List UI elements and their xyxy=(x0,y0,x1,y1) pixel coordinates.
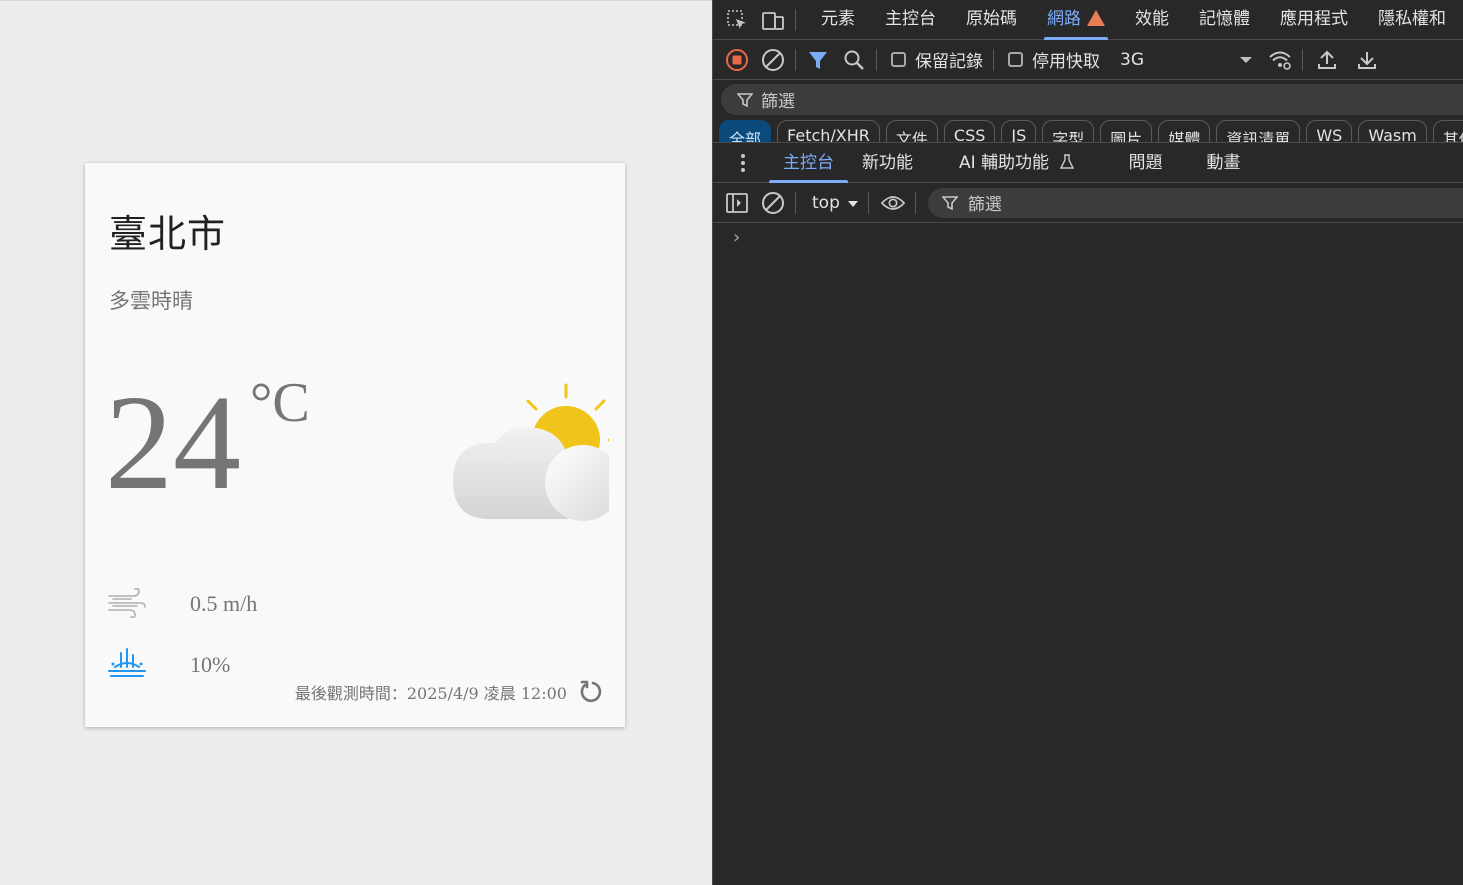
tab-performance[interactable]: 效能 xyxy=(1120,0,1184,40)
refresh-icon[interactable] xyxy=(579,680,603,704)
console-prompt[interactable]: › xyxy=(733,227,740,248)
drawer-tab-ai-label: AI 輔助功能 xyxy=(959,152,1050,173)
last-observed-text: 最後觀測時間：2025/4/9 凌晨 12:00 xyxy=(294,684,567,703)
checkbox-box[interactable] xyxy=(1008,52,1023,67)
tab-application[interactable]: 應用程式 xyxy=(1265,0,1363,40)
sidebar-toggle-icon[interactable] xyxy=(725,191,749,215)
tab-elements[interactable]: 元素 xyxy=(806,0,870,40)
drawer-tabbar: 主控台 新功能 AI 輔助功能 問題 動畫 xyxy=(713,142,1463,183)
network-filter-placeholder: 篩選 xyxy=(761,92,795,112)
disable-cache-label: 停用快取 xyxy=(1032,52,1100,72)
chevron-down-icon[interactable] xyxy=(1240,56,1252,63)
network-conditions-icon[interactable] xyxy=(1268,48,1292,72)
upload-icon[interactable] xyxy=(1315,48,1339,72)
divider xyxy=(867,191,869,214)
tab-console[interactable]: 主控台 xyxy=(870,0,951,40)
inspect-element-icon[interactable] xyxy=(725,8,749,32)
clear-console-icon[interactable] xyxy=(761,191,785,215)
last-observed: 最後觀測時間：2025/4/9 凌晨 12:00 xyxy=(295,680,603,704)
request-type-filters: 全部 Fetch/XHR 文件 CSS JS 字型 圖片 媒體 資訊清單 WS … xyxy=(719,120,1463,144)
weather-card: 臺北市 多雲時晴 24 °C 0.5 m/h 10% 最後觀測時間：2025/4… xyxy=(85,163,625,727)
type-filter-img[interactable]: 圖片 xyxy=(1100,120,1153,144)
clear-icon[interactable] xyxy=(761,48,785,72)
drawer-tab-whats-new[interactable]: 新功能 xyxy=(848,143,927,183)
divider xyxy=(876,48,877,71)
rain-probability: 10% xyxy=(190,652,231,677)
live-expression-eye-icon[interactable] xyxy=(880,191,905,215)
partly-cloudy-day-icon xyxy=(453,383,609,521)
city-name: 臺北市 xyxy=(109,212,227,256)
context-selector[interactable]: top xyxy=(812,193,858,213)
console-filter-input[interactable]: 篩選 xyxy=(927,187,1463,218)
drawer-tab-ai-assistance[interactable]: AI 輔助功能 xyxy=(945,143,1088,183)
chevron-down-icon xyxy=(847,201,858,207)
type-filter-manifest[interactable]: 資訊清單 xyxy=(1216,120,1301,144)
temperature-value: 24 xyxy=(105,368,241,518)
rain-drops-icon xyxy=(108,648,146,677)
type-filter-all[interactable]: 全部 xyxy=(719,120,772,144)
type-filter-other[interactable]: 其他 xyxy=(1432,120,1463,144)
context-label: top xyxy=(812,192,840,213)
filter-icon[interactable] xyxy=(806,48,830,72)
type-filter-font[interactable]: 字型 xyxy=(1042,120,1095,144)
preserve-log-checkbox[interactable]: 保留記錄 xyxy=(891,47,983,72)
weather-description: 多雲時晴 xyxy=(109,289,193,313)
wind-icon xyxy=(108,588,146,618)
type-filter-js[interactable]: JS xyxy=(1001,120,1037,144)
type-filter-fetch-xhr[interactable]: Fetch/XHR xyxy=(777,120,880,144)
tab-sources[interactable]: 原始碼 xyxy=(951,0,1032,40)
drawer-tab-issues[interactable]: 問題 xyxy=(1114,143,1176,183)
drawer-tab-animations[interactable]: 動畫 xyxy=(1192,143,1254,183)
preserve-log-label: 保留記錄 xyxy=(915,52,983,72)
devtools-panel: 元素 主控台 原始碼 網路 效能 記憶體 應用程式 隱私權和 保留記錄 停用快取… xyxy=(712,0,1463,885)
divider xyxy=(1302,48,1303,71)
checkbox-box[interactable] xyxy=(891,52,906,67)
tab-privacy[interactable]: 隱私權和 xyxy=(1363,0,1461,40)
throttling-select[interactable]: 3G xyxy=(1120,50,1144,70)
download-icon[interactable] xyxy=(1355,48,1379,72)
wind-speed: 0.5 m/h xyxy=(190,591,258,616)
filter-icon xyxy=(737,92,753,107)
console-toolbar: top 篩選 xyxy=(713,183,1463,223)
tab-network-label: 網路 xyxy=(1047,8,1081,29)
divider xyxy=(914,191,916,214)
warning-icon xyxy=(1087,9,1105,26)
type-filter-ws[interactable]: WS xyxy=(1306,120,1353,144)
devtools-top-tabbar: 元素 主控台 原始碼 網路 效能 記憶體 應用程式 隱私權和 xyxy=(713,0,1463,40)
type-filter-css[interactable]: CSS xyxy=(943,120,996,144)
temperature-unit: °C xyxy=(250,372,310,434)
network-filter-input[interactable]: 篩選 xyxy=(721,84,1463,115)
device-toolbar-icon[interactable] xyxy=(761,8,785,32)
flask-icon xyxy=(1060,153,1075,169)
tab-memory[interactable]: 記憶體 xyxy=(1184,0,1265,40)
type-filter-wasm[interactable]: Wasm xyxy=(1358,120,1427,144)
console-filter-placeholder: 篩選 xyxy=(967,195,1002,215)
divider xyxy=(795,48,796,71)
divider xyxy=(993,48,994,71)
more-options-icon[interactable] xyxy=(731,151,755,175)
type-filter-media[interactable]: 媒體 xyxy=(1158,120,1211,144)
search-icon[interactable] xyxy=(842,48,866,72)
drawer-tab-console[interactable]: 主控台 xyxy=(769,143,848,183)
divider xyxy=(795,191,796,214)
network-toolbar: 保留記錄 停用快取 3G xyxy=(713,40,1463,80)
type-filter-doc[interactable]: 文件 xyxy=(885,120,938,144)
disable-cache-checkbox[interactable]: 停用快取 xyxy=(1008,47,1100,72)
divider xyxy=(795,8,796,31)
page-viewport: 臺北市 多雲時晴 24 °C 0.5 m/h 10% 最後觀測時間：2025/4… xyxy=(0,0,712,885)
stop-recording-icon[interactable] xyxy=(725,48,749,72)
tab-network[interactable]: 網路 xyxy=(1032,0,1120,40)
filter-icon xyxy=(941,195,958,210)
